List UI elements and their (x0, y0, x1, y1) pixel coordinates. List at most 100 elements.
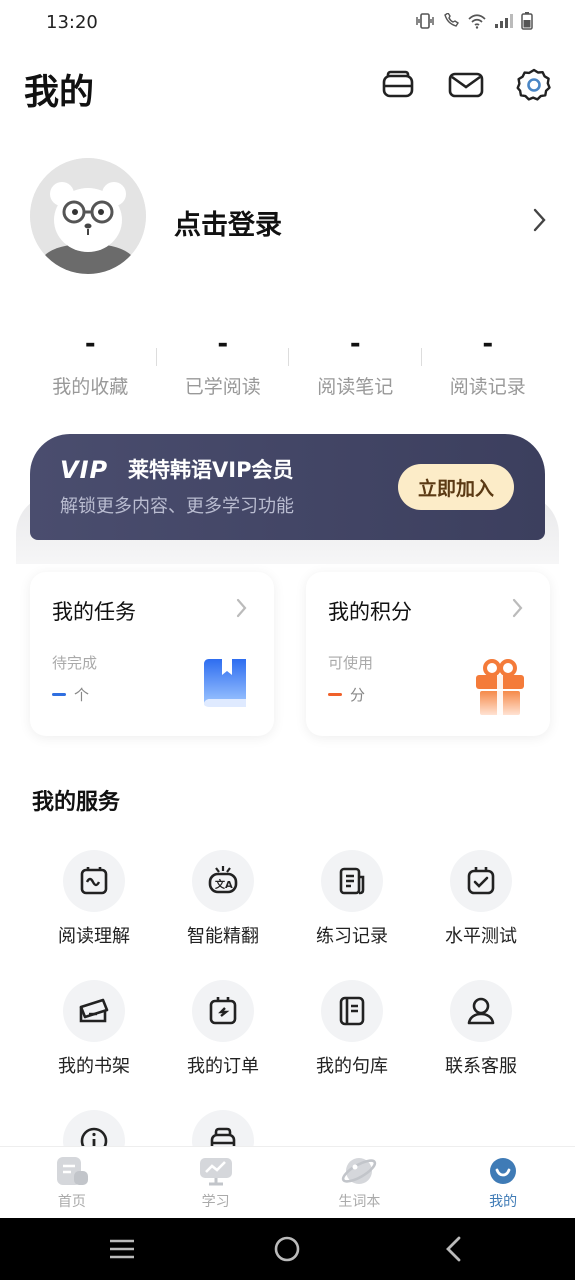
service-label: 练习记录 (316, 926, 388, 947)
stat-value: - (217, 329, 229, 359)
svg-text:文A: 文A (215, 878, 233, 891)
stat-label: 已学阅读 (184, 376, 261, 398)
wallet-button[interactable] (379, 66, 417, 104)
tab-icon (431, 1155, 575, 1187)
tab-profile[interactable]: 我的 (431, 1147, 575, 1218)
gear-icon (516, 68, 551, 101)
avatar[interactable] (30, 158, 146, 274)
tab-label: 我的 (489, 1194, 518, 1210)
tasks-card[interactable]: 我的任务 待完成 个 (30, 572, 274, 736)
wallet-icon (382, 70, 414, 98)
message-button[interactable] (447, 66, 485, 104)
vip-title: 莱特韩语VIP会员 (128, 458, 294, 482)
vip-card[interactable]: VIP 莱特韩语VIP会员 解锁更多内容、更多学习功能 立即加入 (30, 434, 545, 540)
service-icon-circle (192, 980, 254, 1042)
service-icon-circle (450, 980, 512, 1042)
services-title: 我的服务 (32, 790, 121, 815)
service-orders[interactable]: 我的订单 (159, 980, 287, 1078)
service-level-test[interactable]: 水平测试 (417, 850, 545, 948)
chevron-right-icon (512, 598, 523, 618)
profile-section[interactable]: 点击登录 (0, 150, 575, 280)
service-icon-circle (450, 850, 512, 912)
stat-label: 阅读笔记 (317, 376, 394, 398)
level-test-icon (467, 867, 495, 895)
card-value: 个 (52, 684, 89, 705)
stat-label: 我的收藏 (52, 376, 129, 398)
service-label: 我的订单 (187, 1056, 259, 1077)
tab-study[interactable]: 学习 (144, 1147, 288, 1218)
settings-button[interactable] (515, 66, 553, 104)
smart-translate-icon: 文A (208, 866, 238, 894)
chevron-right-icon (533, 208, 546, 232)
study-icon (199, 1158, 232, 1186)
card-unit: 分 (350, 686, 366, 704)
stat-notes[interactable]: - 阅读笔记 (289, 326, 422, 406)
service-practice-record[interactable]: 练习记录 (288, 850, 416, 948)
value-placeholder (328, 693, 342, 696)
stat-favorites[interactable]: - 我的收藏 (24, 326, 157, 406)
stat-history[interactable]: - 阅读记录 (422, 326, 555, 406)
bottom-tab-bar: 首页 学习 生词本 我的 (0, 1146, 575, 1218)
service-customer-service[interactable]: 联系客服 (417, 980, 545, 1078)
status-icons (415, 12, 533, 30)
card-subtitle: 可使用 (328, 654, 374, 672)
header: 我的 (0, 52, 575, 122)
call-wifi-icon (444, 13, 459, 27)
order-icon (209, 997, 237, 1025)
status-time: 13:20 (46, 12, 98, 33)
vocab-icon (342, 1158, 377, 1184)
service-label: 水平测试 (445, 926, 517, 947)
home-nav-button[interactable] (272, 1234, 302, 1264)
vip-subtitle: 解锁更多内容、更多学习功能 (60, 496, 294, 517)
tab-icon (0, 1155, 144, 1187)
service-label: 智能精翻 (187, 926, 259, 947)
service-label: 联系客服 (445, 1056, 517, 1077)
service-label: 阅读理解 (58, 926, 130, 947)
tab-vocab[interactable]: 生词本 (288, 1147, 432, 1218)
practice-record-icon (339, 867, 365, 895)
value-placeholder (52, 693, 66, 696)
vip-banner: VIP 莱特韩语VIP会员 解锁更多内容、更多学习功能 立即加入 (0, 434, 575, 564)
stat-read[interactable]: - 已学阅读 (157, 326, 289, 406)
signal-icon (495, 14, 513, 28)
card-subtitle: 待完成 (52, 654, 98, 672)
service-icon-circle: 文A (192, 850, 254, 912)
stat-value: - (84, 329, 96, 359)
tab-label: 学习 (201, 1194, 230, 1210)
service-icon-circle (321, 980, 383, 1042)
service-bookshelf[interactable]: 我的书架 (30, 980, 158, 1078)
page-title: 我的 (24, 73, 95, 113)
back-button[interactable] (438, 1234, 468, 1264)
status-bar: 13:20 (0, 0, 575, 48)
points-card[interactable]: 我的积分 可使用 分 (306, 572, 550, 736)
login-link[interactable]: 点击登录 (174, 203, 282, 242)
circle-icon (274, 1236, 300, 1262)
battery-icon (521, 12, 533, 30)
join-vip-button[interactable]: 立即加入 (398, 464, 514, 510)
stats-row: - 我的收藏 - 已学阅读 - 阅读笔记 - 阅读记录 (24, 326, 554, 406)
vip-logo: VIP (60, 456, 109, 484)
chevron-right-icon (236, 598, 247, 618)
reading-comprehension-icon (80, 867, 108, 895)
card-value: 分 (328, 684, 365, 705)
service-label: 我的书架 (58, 1056, 130, 1077)
menu-icon (110, 1239, 134, 1259)
card-title: 我的积分 (328, 600, 412, 624)
bookshelf-icon (79, 998, 109, 1023)
tab-label: 首页 (57, 1194, 86, 1210)
service-reading-comprehension[interactable]: 阅读理解 (30, 850, 158, 948)
service-label: 我的句库 (316, 1056, 388, 1077)
service-icon-circle (63, 980, 125, 1042)
service-smart-translate[interactable]: 文A 智能精翻 (159, 850, 287, 948)
customer-service-icon (467, 997, 495, 1025)
profile-icon (490, 1158, 517, 1184)
wifi-icon (468, 14, 486, 29)
mail-icon (448, 72, 484, 98)
tab-home[interactable]: 首页 (0, 1147, 144, 1218)
service-sentence-bank[interactable]: 我的句库 (288, 980, 416, 1078)
stat-value: - (482, 329, 494, 359)
back-icon (446, 1236, 461, 1262)
recents-button[interactable] (107, 1234, 137, 1264)
card-unit: 个 (74, 686, 90, 704)
tab-icon (288, 1155, 432, 1187)
